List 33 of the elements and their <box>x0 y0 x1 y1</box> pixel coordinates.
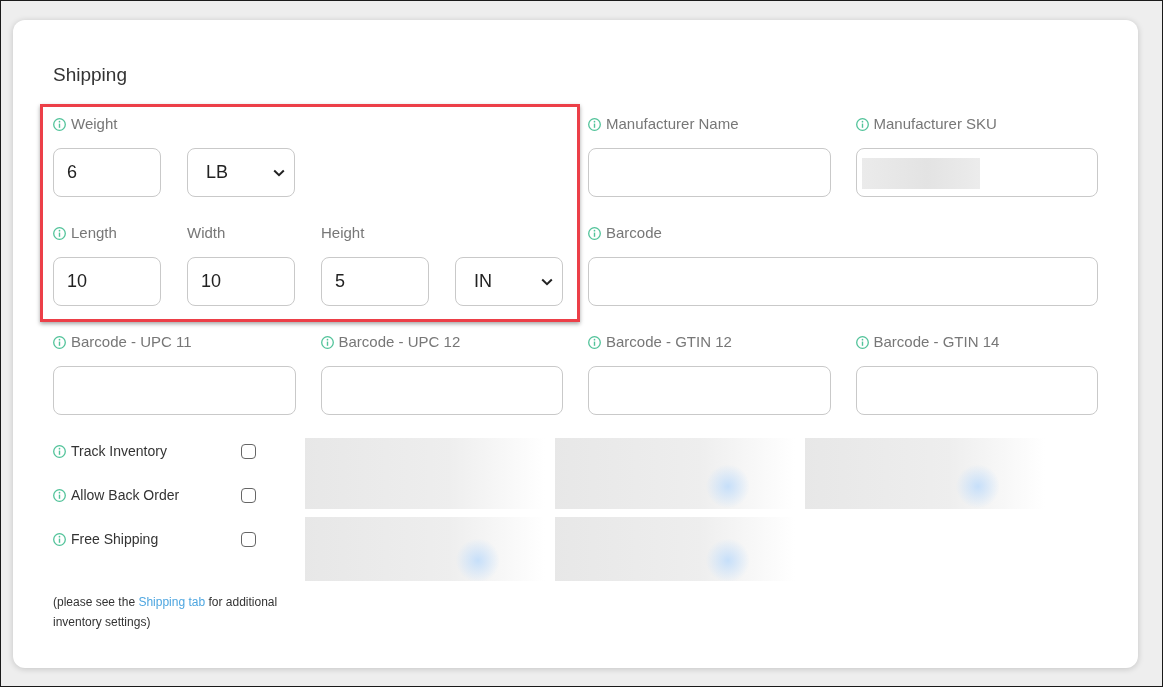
barcode-input[interactable] <box>855 366 1098 415</box>
field-label: Manufacturer SKU <box>873 113 997 134</box>
dimension-input[interactable]: 5 <box>321 257 429 306</box>
field-label: Width <box>187 222 226 243</box>
checkbox[interactable] <box>241 443 256 459</box>
field-label: Barcode - UPC 11 <box>71 331 192 352</box>
field-label: Barcode <box>606 222 662 243</box>
field-label: Length <box>71 222 117 243</box>
section-title: Shipping <box>53 63 128 87</box>
barcode-input[interactable] <box>53 366 296 415</box>
checkbox[interactable] <box>241 531 256 547</box>
unit-select[interactable]: LB <box>187 148 295 197</box>
barcode-input[interactable] <box>320 366 563 415</box>
option-label: Track Inventory <box>71 441 167 461</box>
field-label: Height <box>321 222 365 243</box>
checkbox[interactable] <box>241 487 256 503</box>
field-label: Manufacturer Name <box>606 113 739 134</box>
field-label: Weight <box>71 113 118 134</box>
option-label: Allow Back Order <box>71 485 180 505</box>
dimension-input[interactable]: 10 <box>53 257 161 306</box>
text-input[interactable] <box>588 148 831 197</box>
inventory-note: (please see the Shipping tab for additional inventory settings) <box>53 594 279 631</box>
option-label: Free Shipping <box>71 529 159 549</box>
field-label: Barcode - UPC 12 <box>338 331 461 352</box>
field-label: Barcode - GTIN 14 <box>873 331 1000 352</box>
weight-input[interactable]: 6 <box>53 148 161 197</box>
caret-icon <box>273 168 285 177</box>
field-label: Barcode - GTIN 12 <box>606 331 732 352</box>
caret-icon <box>541 277 553 286</box>
unit-select[interactable]: IN <box>455 257 563 306</box>
barcode-input[interactable] <box>588 366 831 415</box>
dimension-input[interactable]: 10 <box>187 257 295 306</box>
barcode-input[interactable] <box>588 257 1098 306</box>
